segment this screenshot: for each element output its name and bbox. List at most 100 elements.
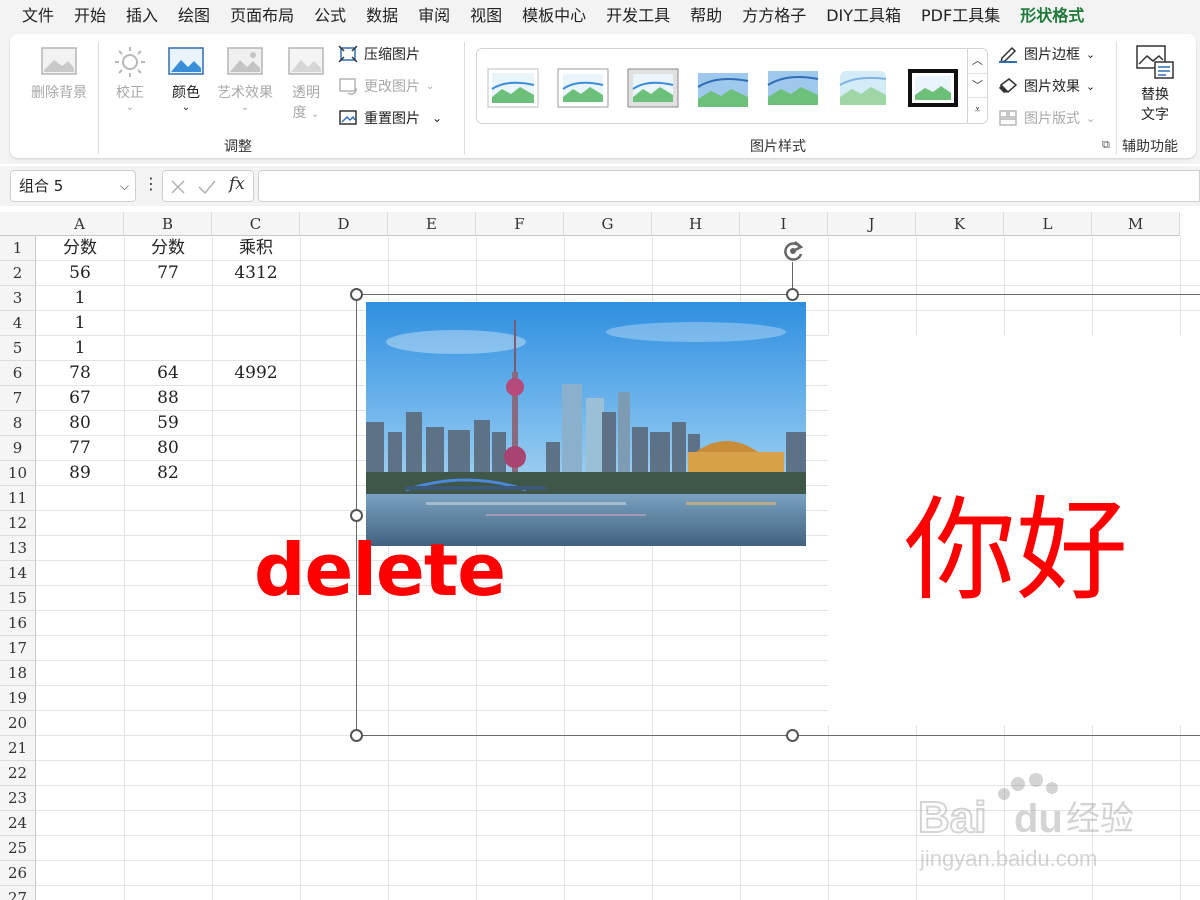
cell[interactable]: 80 [36, 411, 124, 436]
picture-effects-button[interactable]: 图片效果 ⌄ [998, 76, 1095, 96]
corrections-button[interactable]: 校正 ⌄ [106, 46, 154, 113]
style-thumbnail[interactable] [907, 67, 959, 109]
cell[interactable] [212, 386, 300, 411]
resize-handle[interactable] [350, 288, 363, 301]
color-button[interactable]: 颜色 ⌄ [162, 46, 210, 113]
menu-tab[interactable]: 页面布局 [220, 0, 304, 32]
picture-border-button[interactable]: 图片边框 ⌄ [998, 44, 1095, 64]
column-header[interactable]: H [652, 212, 740, 236]
style-thumbnail[interactable] [627, 67, 679, 109]
cancel-icon[interactable] [169, 178, 187, 196]
change-picture-button[interactable]: 更改图片 ⌄ [338, 76, 434, 96]
column-header[interactable]: G [564, 212, 652, 236]
column-header[interactable]: A [36, 212, 124, 236]
column-header[interactable]: F [476, 212, 564, 236]
column-header[interactable]: B [124, 212, 212, 236]
row-header[interactable]: 25 [0, 836, 36, 861]
column-header[interactable]: J [828, 212, 916, 236]
cell[interactable]: 77 [124, 261, 212, 286]
cell[interactable]: 82 [124, 461, 212, 486]
row-header[interactable]: 26 [0, 861, 36, 886]
more-options-icon[interactable]: ⋮ [143, 174, 159, 193]
insert-function-button[interactable]: fx [229, 174, 245, 194]
cell[interactable] [212, 411, 300, 436]
cell[interactable] [124, 286, 212, 311]
row-header[interactable]: 17 [0, 636, 36, 661]
row-header[interactable]: 4 [0, 311, 36, 336]
row-header[interactable]: 27 [0, 886, 36, 900]
menu-tab[interactable]: PDF工具集 [911, 0, 1010, 32]
hello-text-box[interactable]: 你好 [904, 460, 1128, 622]
column-header[interactable]: K [916, 212, 1004, 236]
menu-tab[interactable]: 视图 [460, 0, 512, 32]
column-header[interactable]: C [212, 212, 300, 236]
reset-picture-button[interactable]: 重置图片 ⌄ [338, 108, 442, 128]
row-header[interactable]: 20 [0, 711, 36, 736]
cell[interactable]: 59 [124, 411, 212, 436]
row-header[interactable]: 16 [0, 611, 36, 636]
row-header[interactable]: 19 [0, 686, 36, 711]
row-header[interactable]: 8 [0, 411, 36, 436]
cell[interactable] [124, 336, 212, 361]
gallery-more-button[interactable]: ⩡ [968, 98, 987, 123]
cell[interactable] [212, 311, 300, 336]
menu-tab[interactable]: 开发工具 [596, 0, 680, 32]
cell[interactable]: 1 [36, 311, 124, 336]
cell[interactable] [212, 461, 300, 486]
menu-tab[interactable]: 数据 [356, 0, 408, 32]
name-box[interactable]: 组合 5 ⌵ [10, 170, 136, 202]
row-header[interactable]: 1 [0, 236, 36, 261]
cell[interactable]: 4992 [212, 361, 300, 386]
picture-styles-gallery[interactable]: ︿ ﹀ ⩡ [476, 48, 988, 124]
menu-tab[interactable]: 审阅 [408, 0, 460, 32]
transparency-button[interactable]: 透明 度 ⌄ [282, 46, 330, 122]
menu-tab[interactable]: 模板中心 [512, 0, 596, 32]
cell[interactable]: 64 [124, 361, 212, 386]
alt-text-button[interactable]: 替换 文字 [1128, 44, 1182, 124]
cell[interactable]: 88 [124, 386, 212, 411]
cell[interactable]: 67 [36, 386, 124, 411]
resize-handle[interactable] [350, 509, 363, 522]
row-header[interactable]: 14 [0, 561, 36, 586]
cell[interactable]: 1 [36, 336, 124, 361]
menu-tab[interactable]: 绘图 [168, 0, 220, 32]
cell[interactable] [124, 311, 212, 336]
gallery-up-button[interactable]: ︿ [968, 49, 987, 74]
cell[interactable] [212, 436, 300, 461]
gallery-down-button[interactable]: ﹀ [968, 74, 987, 99]
style-thumbnail[interactable] [557, 67, 609, 109]
cell[interactable]: 56 [36, 261, 124, 286]
menu-tab[interactable]: 方方格子 [732, 0, 816, 32]
row-header[interactable]: 22 [0, 761, 36, 786]
menu-tab[interactable]: 文件 [12, 0, 64, 32]
dialog-launcher-icon[interactable]: ⧉ [1102, 138, 1110, 152]
cell[interactable]: 乘积 [212, 236, 300, 261]
cell[interactable]: 77 [36, 436, 124, 461]
row-header[interactable]: 6 [0, 361, 36, 386]
row-header[interactable]: 21 [0, 736, 36, 761]
cell[interactable]: 分数 [36, 236, 124, 261]
formula-input[interactable] [258, 170, 1200, 202]
menu-tab[interactable]: 公式 [304, 0, 356, 32]
cell[interactable]: 89 [36, 461, 124, 486]
menu-tab[interactable]: 开始 [64, 0, 116, 32]
cell[interactable] [212, 336, 300, 361]
compress-pictures-button[interactable]: 压缩图片 [338, 44, 420, 64]
artistic-effects-button[interactable]: 艺术效果 ⌄ [212, 46, 278, 113]
row-header[interactable]: 15 [0, 586, 36, 611]
cell[interactable]: 分数 [124, 236, 212, 261]
menu-tab[interactable]: 帮助 [680, 0, 732, 32]
row-header[interactable]: 2 [0, 261, 36, 286]
row-header[interactable]: 23 [0, 786, 36, 811]
column-header[interactable]: M [1092, 212, 1180, 236]
cell[interactable]: 4312 [212, 261, 300, 286]
resize-handle[interactable] [786, 288, 799, 301]
column-header[interactable]: D [300, 212, 388, 236]
style-thumbnail[interactable] [487, 67, 539, 109]
row-header[interactable]: 9 [0, 436, 36, 461]
row-header[interactable]: 7 [0, 386, 36, 411]
column-header[interactable]: L [1004, 212, 1092, 236]
row-header[interactable]: 10 [0, 461, 36, 486]
cell[interactable]: 1 [36, 286, 124, 311]
menu-tab[interactable]: 插入 [116, 0, 168, 32]
